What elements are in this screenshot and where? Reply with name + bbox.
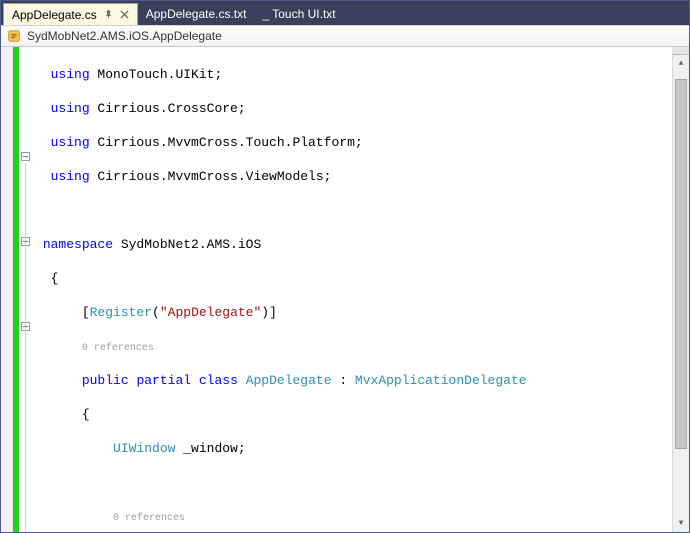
editor-window: AppDelegate.cs AppDelegate.cs.txt _ Touc… [0, 0, 690, 533]
codelens-references[interactable]: 0 references [113, 513, 185, 524]
vertical-scrollbar[interactable]: ▲ ▼ [672, 47, 689, 532]
tab-bar: AppDelegate.cs AppDelegate.cs.txt _ Touc… [1, 1, 689, 25]
brace: { [82, 407, 90, 422]
tab-label: AppDelegate.cs.txt [146, 7, 247, 21]
split-handle[interactable] [672, 47, 689, 55]
type-name: Register [90, 305, 152, 320]
scroll-thumb[interactable] [675, 79, 687, 449]
keyword: using [51, 135, 90, 150]
code-text: MonoTouch.UIKit; [90, 67, 223, 82]
punct: )] [261, 305, 277, 320]
breadcrumb-text: SydMobNet2.AMS.iOS.AppDelegate [27, 29, 222, 43]
code-surface[interactable]: using MonoTouch.UIKit; using Cirrious.Cr… [33, 47, 689, 532]
outline-toggle[interactable] [21, 152, 30, 161]
tab-label: AppDelegate.cs [12, 8, 97, 22]
punct: : [332, 373, 355, 388]
keyword: partial [136, 373, 191, 388]
keyword: namespace [43, 237, 113, 252]
code-text: Cirrious.MvvmCross.ViewModels; [90, 169, 332, 184]
keyword: using [51, 101, 90, 116]
scroll-up-icon[interactable]: ▲ [673, 55, 689, 72]
keyword: class [199, 373, 238, 388]
codelens-references[interactable]: 0 references [82, 343, 154, 354]
navigation-bar[interactable]: SydMobNet2.AMS.iOS.AppDelegate [1, 25, 689, 47]
tab-appdelegate-cs[interactable]: AppDelegate.cs [3, 3, 138, 25]
selection-margin [1, 47, 13, 532]
code-text: SydMobNet2.AMS.iOS [113, 237, 261, 252]
string-literal: "AppDelegate" [160, 305, 261, 320]
outlining-margin [19, 47, 33, 532]
keyword: public [82, 373, 129, 388]
tab-touch-ui-txt[interactable]: _ Touch UI.txt [254, 3, 343, 25]
type-name: AppDelegate [246, 373, 332, 388]
code-text: _window; [175, 441, 245, 456]
brace: { [51, 271, 59, 286]
code-text: Cirrious.MvvmCross.Touch.Platform; [90, 135, 363, 150]
pin-icon[interactable] [103, 9, 114, 20]
outline-guide [25, 163, 26, 532]
scroll-down-icon[interactable]: ▼ [673, 515, 689, 532]
code-text: Cirrious.CrossCore; [90, 101, 246, 116]
type-name: MvxApplicationDelegate [355, 373, 527, 388]
close-icon[interactable] [120, 10, 129, 19]
tab-label: _ Touch UI.txt [262, 7, 335, 21]
type-name: UIWindow [113, 441, 175, 456]
code-editor[interactable]: using MonoTouch.UIKit; using Cirrious.Cr… [1, 47, 689, 532]
punct: [ [82, 305, 90, 320]
punct: ( [152, 305, 160, 320]
keyword: using [51, 169, 90, 184]
keyword: using [51, 67, 90, 82]
class-icon [7, 29, 21, 43]
tab-appdelegate-txt[interactable]: AppDelegate.cs.txt [138, 3, 255, 25]
